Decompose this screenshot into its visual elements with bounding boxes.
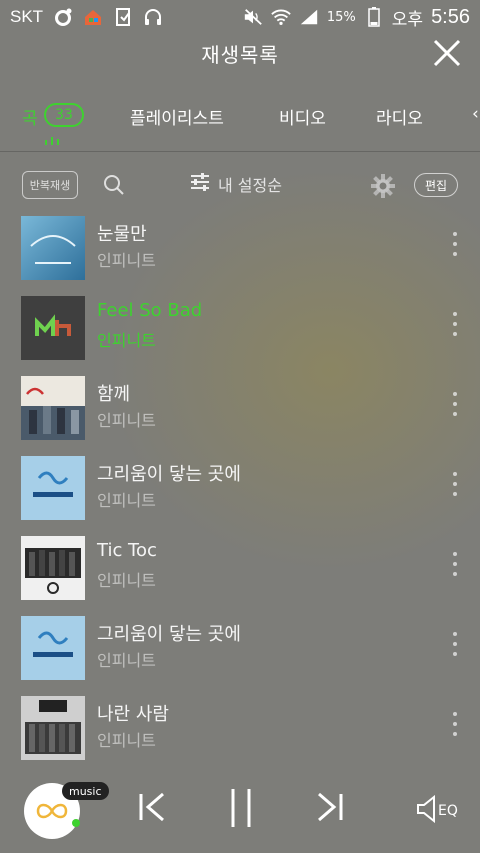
- repeat-label: 반복재생: [29, 179, 71, 192]
- song-title: 그리움이 닿는 곳에: [97, 624, 241, 645]
- song-artist: 인피니트: [97, 491, 156, 510]
- status-bar: SKT 15% 오후 5:56: [0, 0, 480, 34]
- sort-button[interactable]: 내 설정순: [190, 172, 282, 196]
- ampm-label: 오후: [391, 9, 424, 30]
- album-art: [21, 376, 85, 440]
- edit-label: 편집: [424, 178, 448, 193]
- speaker-icon: [416, 794, 436, 827]
- tab-overflow-indicator: ‹: [472, 104, 479, 124]
- song-artist: 인피니트: [97, 251, 156, 270]
- song-artist: 인피니트: [97, 731, 156, 750]
- sort-label: 내 설정순: [218, 176, 282, 195]
- song-count-badge: 33: [44, 103, 84, 127]
- album-art: [21, 296, 85, 360]
- edit-button[interactable]: 편집: [414, 173, 458, 197]
- circle-icon: [53, 7, 73, 27]
- eq-button[interactable]: EQ: [416, 794, 458, 827]
- carrier-label: SKT: [10, 7, 44, 26]
- more-options-icon[interactable]: [450, 312, 460, 336]
- song-title: 함께: [97, 384, 131, 405]
- song-artist: 인피니트: [97, 651, 156, 670]
- tab-bar: 곡 33 플레이리스트 비디오 라디오 ‹: [0, 92, 480, 152]
- file-icon: [113, 7, 133, 27]
- song-title: Tic Toc: [97, 540, 157, 561]
- close-icon[interactable]: [432, 38, 462, 68]
- signal-icon: [299, 7, 319, 27]
- album-art: [21, 216, 85, 280]
- song-row[interactable]: Tic Toc 인피니트: [0, 526, 480, 606]
- headphones-icon: [143, 7, 163, 27]
- song-row[interactable]: 함께 인피니트: [0, 366, 480, 446]
- status-dot: [72, 819, 80, 827]
- page-title: 재생목록: [201, 42, 279, 67]
- song-row[interactable]: 나란 사람 인피니트: [0, 686, 480, 766]
- repeat-button[interactable]: 반복재생: [22, 171, 78, 199]
- list-toolbar: 반복재생 내 설정순 편집: [0, 163, 480, 207]
- more-options-icon[interactable]: [450, 552, 460, 576]
- song-artist: 인피니트: [97, 571, 156, 590]
- wifi-icon: [271, 7, 291, 27]
- song-artist: 인피니트: [97, 331, 156, 350]
- search-icon[interactable]: [102, 173, 126, 197]
- more-options-icon[interactable]: [450, 472, 460, 496]
- sliders-icon: [190, 173, 210, 195]
- song-artist: 인피니트: [97, 411, 156, 430]
- song-title: Feel So Bad: [97, 300, 203, 321]
- song-row[interactable]: 그리움이 닿는 곳에 인피니트: [0, 446, 480, 526]
- tab-radio[interactable]: 라디오: [376, 104, 423, 129]
- playing-bars-icon: [44, 130, 60, 145]
- tab-video[interactable]: 비디오: [279, 104, 326, 129]
- eq-label: EQ: [438, 803, 458, 819]
- clock: 5:56: [431, 5, 470, 28]
- mini-player: music EQ: [0, 763, 480, 853]
- gear-icon[interactable]: [370, 173, 396, 199]
- tab-playlists[interactable]: 플레이리스트: [130, 104, 224, 129]
- song-title: 그리움이 닿는 곳에: [97, 464, 241, 485]
- pause-icon[interactable]: [228, 787, 254, 833]
- battery-icon: [364, 7, 384, 27]
- battery-percent: 15%: [326, 9, 356, 25]
- music-badge: music: [62, 782, 109, 800]
- playlist-header: 재생목록: [0, 34, 480, 72]
- more-options-icon[interactable]: [450, 392, 460, 416]
- song-title: 나란 사람: [97, 704, 169, 725]
- album-art: [21, 616, 85, 680]
- album-art: [21, 456, 85, 520]
- more-options-icon[interactable]: [450, 232, 460, 256]
- next-icon[interactable]: [316, 791, 344, 827]
- mute-icon: [243, 7, 263, 27]
- previous-icon[interactable]: [138, 791, 166, 827]
- song-row[interactable]: Feel So Bad 인피니트: [0, 286, 480, 366]
- album-art: [21, 536, 85, 600]
- tab-songs[interactable]: 곡: [22, 104, 38, 129]
- album-art: [21, 696, 85, 760]
- song-title: 눈물만: [97, 224, 147, 245]
- more-options-icon[interactable]: [450, 712, 460, 736]
- song-list: 눈물만 인피니트 Feel So Bad 인피니트 함께 인피니트 그리움이 닿…: [0, 206, 480, 766]
- song-row[interactable]: 그리움이 닿는 곳에 인피니트: [0, 606, 480, 686]
- song-row[interactable]: 눈물만 인피니트: [0, 206, 480, 286]
- home-launcher-icon: [83, 7, 103, 27]
- more-options-icon[interactable]: [450, 632, 460, 656]
